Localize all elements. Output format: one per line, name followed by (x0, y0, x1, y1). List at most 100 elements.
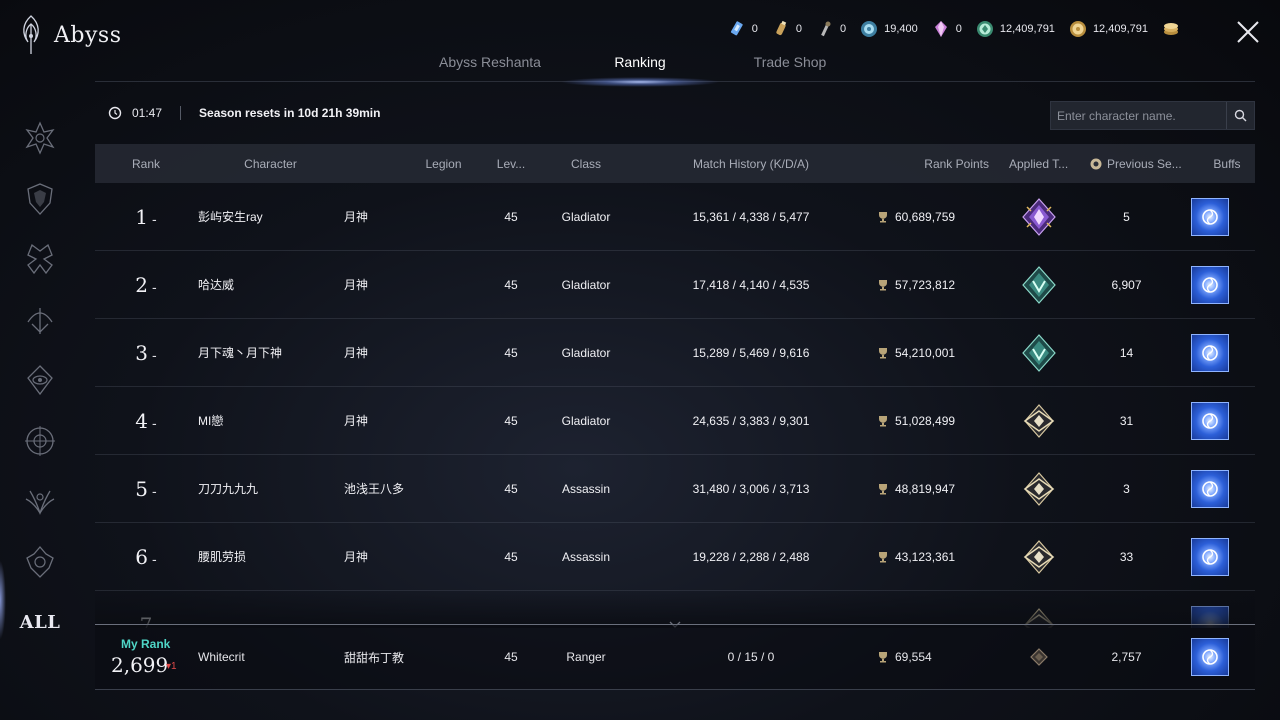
pink-crystal-icon (934, 21, 947, 37)
my-rank-row[interactable]: My Rank 2,699 ▾1 Whitecrit 甜甜布丁教 45 Rang… (95, 624, 1255, 690)
buff-icon[interactable] (1190, 469, 1229, 508)
currency-value: 19,400 (884, 23, 918, 35)
rank-points: 69,554 (895, 650, 932, 664)
table-row[interactable]: 5- 刀刀九九九 池浅王八多 45 Assassin 31,480 / 3,00… (95, 455, 1255, 523)
trophy-icon (879, 483, 887, 494)
gold-wing-emblem-icon[interactable] (1019, 469, 1059, 509)
match-history: 17,418 / 4,140 / 4,535 (692, 277, 810, 292)
rank-change: - (152, 482, 157, 499)
level-value: 45 (504, 345, 518, 360)
header-match-history[interactable]: Match History (K/D/A) (633, 157, 869, 171)
faction-compass-icon (25, 425, 55, 456)
header-character[interactable]: Character (197, 157, 344, 171)
rank-change: - (152, 210, 157, 227)
header-previous-season[interactable]: Previous Se... (1089, 157, 1199, 171)
faction-wings-icon (27, 244, 53, 275)
sidebar-item-7[interactable] (18, 471, 62, 532)
buff-icon[interactable] (1190, 537, 1229, 576)
trophy-icon (879, 211, 887, 222)
rank-points: 43,123,361 (895, 549, 956, 564)
bronze-diamond-emblem-icon[interactable] (1029, 647, 1049, 667)
match-history: 15,289 / 5,469 / 9,616 (692, 345, 810, 360)
abyss-point-coin-icon (861, 21, 878, 37)
trophy-icon (879, 652, 887, 663)
currency-value: 0 (839, 23, 847, 35)
close-icon[interactable] (1232, 16, 1264, 48)
previous-season-rank: 5 (1123, 209, 1130, 224)
search-button[interactable] (1226, 102, 1254, 129)
table-header: Rank Character Legion Lev... Class Match… (95, 144, 1255, 183)
header-level[interactable]: Lev... (483, 157, 539, 171)
sidebar-item-2[interactable] (18, 169, 62, 230)
sidebar-item-3[interactable] (18, 229, 62, 290)
buff-icon[interactable] (1190, 265, 1229, 304)
app-title: Abyss (54, 22, 122, 48)
header-previous-label: Previous Se... (1107, 156, 1182, 171)
sidebar-item-4[interactable] (18, 290, 62, 351)
currency-coin-stack[interactable] (1162, 20, 1180, 38)
header-class[interactable]: Class (539, 157, 633, 171)
season-info: 01:47 Season resets in 10d 21h 39min (108, 106, 380, 120)
character-name: 腰肌劳损 (198, 550, 247, 564)
previous-season-rank: 14 (1119, 345, 1134, 360)
table-row[interactable]: 2- 哈达威 月神 45 Gladiator 17,418 / 4,140 / … (95, 251, 1255, 319)
purple-diamond-emblem-icon[interactable] (1019, 197, 1059, 237)
faction-orb-icon (26, 545, 54, 578)
rank-number: 6 (135, 544, 149, 569)
currency-scroll-ticket: 0 (728, 20, 758, 38)
table-row[interactable]: 3- 月下魂丶月下神 月神 45 Gladiator 15,289 / 5,46… (95, 319, 1255, 387)
trophy-icon (879, 347, 887, 358)
teal-diamond-emblem-icon[interactable] (1019, 333, 1059, 373)
sidebar-item-8[interactable] (18, 532, 62, 593)
legion-name: 月神 (344, 210, 369, 224)
rank-change: - (152, 346, 157, 363)
match-history: 19,228 / 2,288 / 2,488 (692, 549, 810, 564)
rank-number: 4 (135, 408, 149, 433)
previous-season-icon (1090, 158, 1102, 169)
rank-change: - (152, 414, 157, 431)
class-name: Ranger (566, 650, 606, 664)
header-legion[interactable]: Legion (344, 157, 483, 171)
table-row[interactable]: 1- 彭屿安生ray 月神 45 Gladiator 15,361 / 4,33… (95, 183, 1255, 251)
header-rank-points[interactable]: Rank Points (869, 157, 989, 171)
header-applied-title[interactable]: Applied T... (989, 157, 1089, 171)
currency-value: 0 (795, 23, 802, 35)
tab-abyss-reshanta[interactable]: Abyss Reshanta (415, 54, 565, 70)
previous-season-rank: 31 (1119, 413, 1134, 428)
buff-icon[interactable] (1190, 638, 1229, 676)
buff-icon[interactable] (1190, 401, 1229, 440)
header-rank[interactable]: Rank (95, 157, 197, 171)
currency-crystal: 0 (932, 20, 962, 38)
tab-ranking[interactable]: Ranking (565, 54, 715, 70)
gold-wing-emblem-icon[interactable] (1019, 537, 1059, 577)
match-history: 0 / 15 / 0 (727, 650, 775, 664)
level-value: 45 (504, 277, 518, 292)
class-name: Gladiator (561, 345, 611, 360)
teal-diamond-emblem-icon[interactable] (1019, 265, 1059, 305)
ranking-rows: 1- 彭屿安生ray 月神 45 Gladiator 15,361 / 4,33… (95, 183, 1255, 628)
buff-icon[interactable] (1190, 197, 1229, 236)
legion-name: 月神 (344, 550, 369, 564)
sidebar-item-6[interactable] (18, 411, 62, 472)
sidebar-item-1[interactable] (18, 108, 62, 169)
sidebar-item-all[interactable]: ALL (18, 592, 62, 653)
legion-name: 甜甜布丁教 (344, 650, 405, 665)
season-reset-text: Season resets in 10d 21h 39min (199, 106, 381, 120)
currency-value: 12,409,791 (1092, 23, 1148, 35)
class-name: Assassin (561, 481, 611, 496)
rank-points: 60,689,759 (895, 209, 956, 224)
table-row[interactable]: 6- 腰肌劳损 月神 45 Assassin 19,228 / 2,288 / … (95, 523, 1255, 591)
search-icon (1234, 109, 1247, 122)
currency-kinah: 12,409,791 (1069, 20, 1148, 38)
search-input[interactable] (1051, 102, 1226, 129)
gold-wing-emblem-icon[interactable] (1019, 401, 1059, 441)
coin-stack-icon[interactable] (1162, 20, 1180, 38)
header-buffs: Buffs (1213, 156, 1241, 171)
season-timer: 01:47 (132, 106, 163, 120)
tab-trade-shop[interactable]: Trade Shop (715, 54, 865, 70)
my-rank-change: ▾1 (166, 661, 177, 672)
table-row[interactable]: 4- MI戀 月神 45 Gladiator 24,635 / 3,383 / … (95, 387, 1255, 455)
sidebar-item-5[interactable] (18, 350, 62, 411)
match-history: 31,480 / 3,006 / 3,713 (692, 481, 810, 496)
buff-icon[interactable] (1190, 333, 1229, 372)
